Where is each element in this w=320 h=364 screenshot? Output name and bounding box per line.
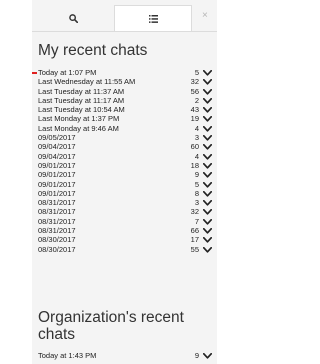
- chat-message-count: 55: [190, 244, 199, 254]
- chevron-down-icon[interactable]: [203, 218, 212, 225]
- tab-search[interactable]: [32, 5, 114, 31]
- chat-row[interactable]: 09/04/2017 4: [38, 152, 216, 161]
- chat-message-count: 19: [190, 114, 199, 124]
- chat-row[interactable]: Last Tuesday at 11:37 AM 56: [38, 87, 216, 96]
- chat-message-count: 5: [194, 179, 199, 189]
- chevron-down-icon[interactable]: [203, 181, 212, 188]
- chat-message-count: 43: [190, 105, 199, 115]
- close-icon[interactable]: ×: [202, 10, 208, 21]
- chat-row[interactable]: 08/30/2017 17: [38, 235, 216, 244]
- chat-message-count: 17: [190, 235, 199, 245]
- organization-recent-chats-heading: Organization's recent chats: [38, 309, 184, 343]
- tab-bar: ×: [32, 5, 217, 31]
- chevron-down-icon[interactable]: [203, 237, 212, 243]
- chat-row[interactable]: Last Monday at 1:37 PM 19: [38, 114, 216, 123]
- chat-message-count: 9: [194, 351, 199, 360]
- chat-timestamp: Today at 1:07 PM: [38, 68, 97, 77]
- chat-row[interactable]: 08/30/2017 55: [38, 245, 216, 254]
- chat-message-count: 5: [194, 68, 199, 77]
- search-icon: [68, 13, 78, 23]
- chat-message-count: 60: [190, 142, 199, 152]
- chevron-down-icon[interactable]: [203, 144, 212, 151]
- chat-message-count: 66: [190, 226, 199, 236]
- chevron-down-icon[interactable]: [203, 246, 212, 253]
- chat-row[interactable]: 09/01/2017 8: [38, 189, 216, 198]
- active-chat-marker: [32, 72, 37, 74]
- chat-timestamp: 09/01/2017: [38, 160, 76, 170]
- chat-timestamp: Last Monday at 1:37 PM: [38, 114, 120, 124]
- chat-timestamp: 08/31/2017: [38, 198, 76, 208]
- chat-row[interactable]: 08/31/2017 3: [38, 198, 216, 207]
- chat-row[interactable]: Last Tuesday at 11:17 AM 2: [38, 96, 216, 105]
- chat-timestamp: Last Tuesday at 11:37 AM: [38, 86, 125, 96]
- chat-row[interactable]: Last Monday at 9:46 AM 4: [38, 124, 216, 133]
- organization-recent-chats-list: Today at 1:43 PM 9: [38, 351, 216, 360]
- chat-timestamp: Last Wednesday at 11:55 AM: [38, 77, 136, 87]
- chat-panel: × My recent chats Today at 1:07 PM 5 Last …: [32, 0, 217, 364]
- tab-list[interactable]: [114, 5, 192, 31]
- chat-row[interactable]: 09/01/2017 18: [38, 161, 216, 170]
- chat-timestamp: 09/05/2017: [38, 133, 76, 143]
- chat-row[interactable]: Last Wednesday at 11:55 AM 32: [38, 77, 216, 86]
- chat-row[interactable]: 09/04/2017 60: [38, 142, 216, 151]
- chevron-down-icon[interactable]: [203, 107, 212, 113]
- chat-timestamp: 08/31/2017: [38, 207, 76, 217]
- chat-message-count: 9: [194, 170, 199, 180]
- chat-row[interactable]: 09/01/2017 5: [38, 180, 216, 189]
- chevron-down-icon[interactable]: [203, 79, 212, 85]
- chat-message-count: 32: [190, 207, 199, 217]
- chevron-down-icon[interactable]: [203, 135, 212, 141]
- chat-message-count: 7: [194, 216, 199, 226]
- chat-message-count: 3: [194, 198, 199, 208]
- chat-row[interactable]: 08/31/2017 66: [38, 226, 216, 235]
- chevron-down-icon[interactable]: [203, 162, 212, 169]
- chat-timestamp: 08/31/2017: [38, 226, 76, 236]
- chat-message-count: 56: [190, 86, 199, 96]
- chat-timestamp: Last Tuesday at 11:17 AM: [38, 95, 125, 105]
- chat-timestamp: 09/01/2017: [38, 170, 76, 180]
- chat-row[interactable]: 08/31/2017 7: [38, 217, 216, 226]
- chat-message-count: 32: [190, 77, 199, 87]
- chat-timestamp: 08/30/2017: [38, 235, 76, 245]
- chevron-down-icon[interactable]: [203, 228, 212, 234]
- chat-message-count: 8: [194, 188, 199, 198]
- chevron-down-icon[interactable]: [203, 97, 212, 104]
- list-icon: [148, 14, 158, 23]
- chevron-down-icon[interactable]: [203, 209, 212, 216]
- chat-message-count: 3: [194, 133, 199, 143]
- chat-row[interactable]: 08/31/2017 32: [38, 207, 216, 216]
- chat-row[interactable]: 09/01/2017 9: [38, 170, 216, 179]
- tab-divider: [32, 31, 217, 32]
- chevron-down-icon[interactable]: [203, 353, 212, 359]
- chat-timestamp: Today at 1:43 PM: [38, 351, 97, 360]
- chat-timestamp: Last Tuesday at 10:54 AM: [38, 105, 125, 115]
- chevron-down-icon[interactable]: [203, 116, 212, 123]
- chevron-down-icon[interactable]: [203, 190, 212, 197]
- chat-timestamp: 09/04/2017: [38, 151, 76, 161]
- chevron-down-icon[interactable]: [203, 200, 212, 206]
- chat-message-count: 4: [194, 123, 199, 133]
- chevron-down-icon[interactable]: [203, 88, 212, 95]
- chat-timestamp: 09/01/2017: [38, 179, 76, 189]
- chat-message-count: 18: [190, 160, 199, 170]
- chevron-down-icon[interactable]: [203, 153, 212, 160]
- chat-row[interactable]: Today at 1:07 PM 5: [32, 68, 216, 77]
- chat-timestamp: 09/04/2017: [38, 142, 76, 152]
- chat-timestamp: 08/30/2017: [38, 244, 76, 254]
- chat-row[interactable]: Last Tuesday at 10:54 AM 43: [38, 105, 216, 114]
- chat-row[interactable]: 09/05/2017 3: [38, 133, 216, 142]
- chat-timestamp: Last Monday at 9:46 AM: [38, 123, 119, 133]
- my-recent-chats-heading: My recent chats: [38, 42, 148, 59]
- chat-message-count: 4: [194, 151, 199, 161]
- chat-row[interactable]: Today at 1:43 PM 9: [38, 351, 216, 360]
- chat-message-count: 2: [194, 95, 199, 105]
- chat-timestamp: 08/31/2017: [38, 216, 76, 226]
- chat-timestamp: 09/01/2017: [38, 188, 76, 198]
- chevron-down-icon[interactable]: [203, 125, 212, 132]
- chevron-down-icon[interactable]: [203, 172, 212, 178]
- my-recent-chats-list: Today at 1:07 PM 5 Last Wednesday at 11:55…: [32, 68, 216, 254]
- chevron-down-icon[interactable]: [203, 70, 212, 76]
